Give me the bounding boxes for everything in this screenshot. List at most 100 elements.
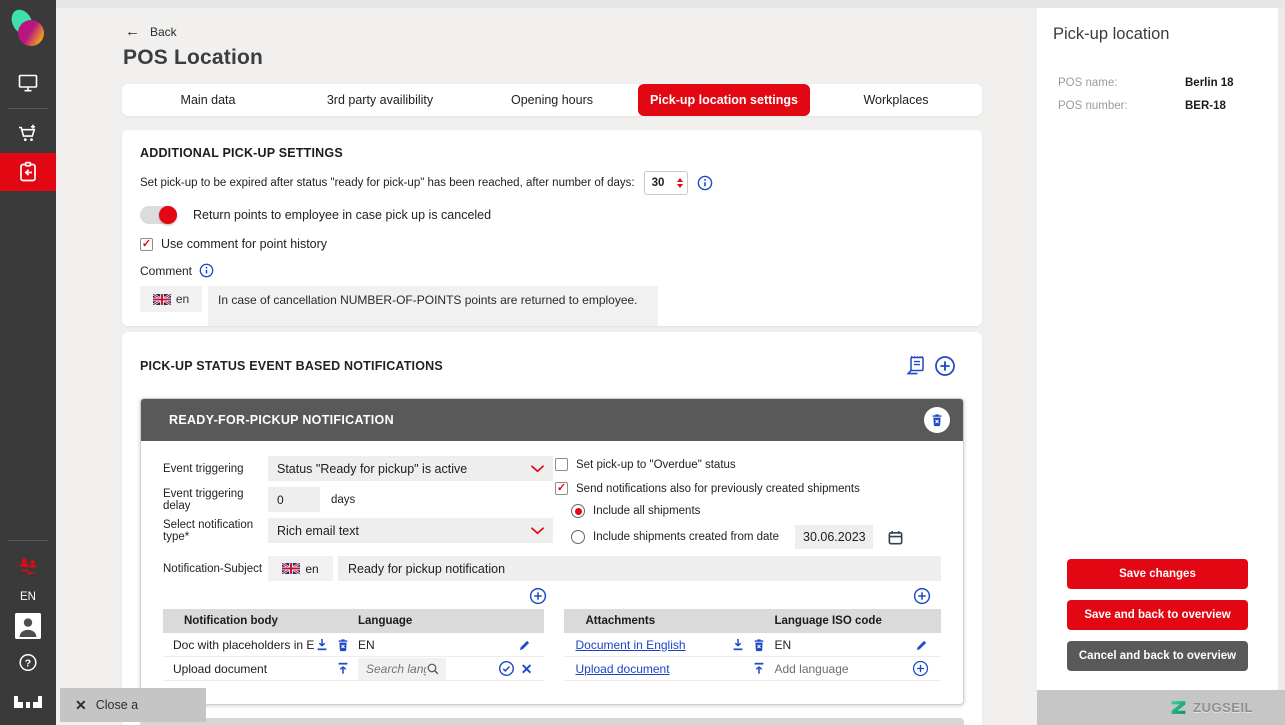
pos-number-label: POS number: [1058, 100, 1185, 112]
sidebar-item-shop[interactable] [0, 115, 56, 153]
language-search-input[interactable] [366, 662, 426, 676]
add-language-label[interactable]: Add language [774, 662, 848, 676]
use-comment-label: Use comment for point history [161, 237, 327, 251]
include-from-label: Include shipments created from date [593, 531, 779, 543]
plus-circle-icon [913, 587, 931, 605]
previous-shipments-checkbox[interactable]: ✓ [555, 482, 568, 495]
sidebar-divider [8, 108, 48, 109]
pos-number-value: BER-18 [1185, 100, 1226, 112]
brand-name: ZUGSEIL [1193, 700, 1253, 715]
comment-label: Comment [140, 264, 192, 278]
tab-workplaces[interactable]: Workplaces [810, 84, 982, 116]
table-row: Upload document [163, 657, 544, 681]
return-points-toggle[interactable] [140, 206, 177, 224]
return-points-label: Return points to employee in case pick u… [193, 208, 491, 222]
table-row: Doc with placeholders in Engli... [163, 633, 544, 657]
back-arrow-icon: ← [125, 24, 140, 39]
body-doc-language: EN [358, 638, 375, 652]
tab-main-data[interactable]: Main data [122, 84, 294, 116]
radio-dot [575, 508, 582, 515]
cancel-back-button[interactable]: Cancel and back to overview [1067, 641, 1248, 671]
overdue-label: Set pick-up to "Overdue" status [576, 459, 736, 471]
stepper-arrows-icon[interactable] [677, 178, 683, 188]
sidebar-item-dashboard[interactable] [0, 64, 56, 102]
tab-3rd-party[interactable]: 3rd party availibility [294, 84, 466, 116]
delay-input[interactable] [268, 487, 320, 512]
subject-language-code: en [305, 562, 318, 576]
additional-settings-card: ADDITIONAL PICK-UP SETTINGS Set pick-up … [122, 130, 982, 326]
add-language-plus-icon[interactable] [912, 660, 929, 677]
include-from-date-input[interactable] [795, 525, 873, 549]
edit-pencil-icon[interactable] [915, 638, 929, 652]
add-attachment-button[interactable] [913, 587, 931, 605]
comment-language-chip[interactable]: en [140, 286, 202, 312]
delete-notification-button[interactable] [924, 407, 950, 433]
tab-opening-hours[interactable]: Opening hours [466, 84, 638, 116]
language-search-field[interactable] [358, 658, 446, 680]
pos-name-label: POS name: [1058, 77, 1185, 89]
sidebar-item-user-transfer[interactable] [0, 547, 56, 585]
trash-x-icon[interactable] [336, 638, 350, 652]
download-icon[interactable] [315, 637, 329, 652]
app-logo-icon [7, 6, 49, 52]
subject-language-chip[interactable]: en [268, 556, 333, 581]
notification-log-button[interactable] [905, 354, 927, 377]
scrollbar-track[interactable] [1278, 8, 1285, 690]
attachment-link[interactable]: Document in English [575, 638, 731, 652]
tab-pickup-settings[interactable]: Pick-up location settings [638, 84, 810, 116]
calendar-icon [887, 529, 904, 546]
include-from-radio[interactable] [571, 530, 585, 544]
toggle-knob [159, 206, 177, 224]
back-button[interactable]: ← Back [125, 24, 177, 39]
save-back-button[interactable]: Save and back to overview [1067, 600, 1248, 630]
info-icon[interactable] [199, 263, 214, 278]
sidebar-item-help[interactable]: ? [0, 645, 56, 683]
confirm-check-circle-icon[interactable] [498, 660, 515, 677]
info-icon[interactable] [697, 175, 713, 191]
upload-attachment-link[interactable]: Upload document [575, 662, 752, 676]
event-triggering-select[interactable]: Status "Ready for pickup" is active [268, 456, 553, 481]
include-all-radio[interactable] [571, 504, 585, 518]
chevron-down-icon [531, 465, 544, 473]
subject-input[interactable] [338, 556, 941, 581]
uk-flag-icon [153, 294, 171, 305]
sidebar-item-profile[interactable] [0, 607, 56, 645]
trash-x-icon[interactable] [752, 638, 766, 652]
body-doc-name: Doc with placeholders in Engli... [173, 638, 315, 652]
ready-for-pickup-panel: READY-FOR-PICKUP NOTIFICATION Event trig… [140, 398, 964, 705]
cart-plus-icon [16, 122, 40, 146]
close-button[interactable]: ✕ Close a [60, 688, 206, 722]
save-changes-button[interactable]: Save changes [1067, 559, 1248, 589]
upload-icon[interactable] [752, 661, 766, 676]
attachments-table: Attachments Language ISO code Document i… [564, 609, 941, 681]
expire-days-stepper[interactable]: 30 [644, 171, 688, 195]
trash-x-icon [930, 413, 944, 427]
column-header: Notification body [163, 615, 358, 627]
tab-bar: Main data 3rd party availibility Opening… [122, 84, 982, 116]
sidebar-item-pickup-active[interactable] [0, 153, 56, 191]
notification-type-label: Select notification type* [163, 519, 268, 543]
use-comment-checkbox[interactable]: ✓ [140, 238, 153, 251]
subject-label: Notification-Subject [163, 563, 268, 575]
panel-title: READY-FOR-PICKUP NOTIFICATION [169, 413, 924, 427]
attachment-language-code: EN [774, 638, 791, 652]
next-notification-panel-edge [140, 718, 964, 725]
upload-document-label[interactable]: Upload document [173, 662, 336, 676]
sidebar-language-label[interactable]: EN [20, 591, 36, 603]
download-icon[interactable] [731, 637, 745, 652]
add-notification-body-button[interactable] [529, 587, 547, 605]
pos-name-value: Berlin 18 [1185, 77, 1234, 89]
notification-type-select[interactable]: Rich email text [268, 518, 553, 543]
comment-textarea[interactable]: In case of cancellation NUMBER-OF-POINTS… [208, 286, 658, 326]
avatar-icon [15, 613, 41, 639]
cancel-x-icon[interactable]: ✕ [521, 662, 533, 676]
monitor-icon [16, 71, 40, 95]
upload-icon[interactable] [336, 661, 350, 676]
calendar-button[interactable] [887, 529, 904, 546]
sidebar-item-brand [0, 683, 56, 721]
overdue-checkbox[interactable] [555, 458, 568, 471]
edit-pencil-icon[interactable] [518, 638, 532, 652]
panel-title: Pick-up location [1037, 8, 1278, 44]
table-row: Upload document Add language [564, 657, 941, 681]
add-notification-button[interactable] [934, 355, 956, 377]
